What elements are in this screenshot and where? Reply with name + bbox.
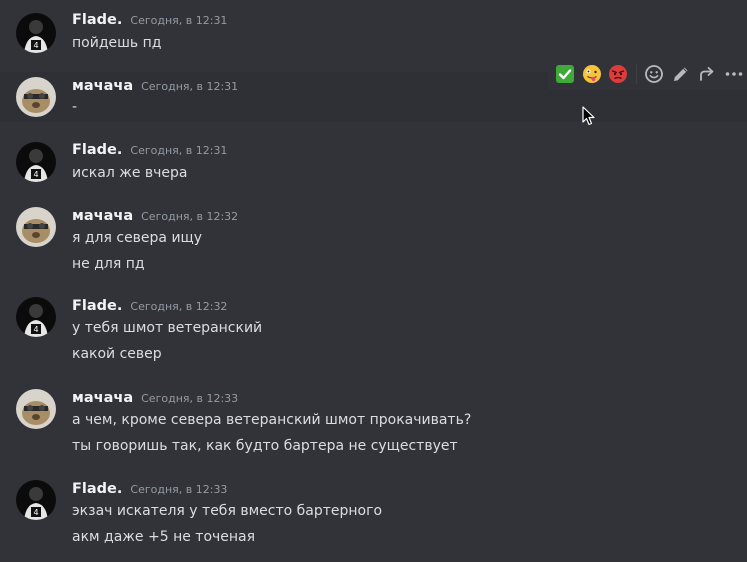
username[interactable]: Flade. <box>72 298 122 314</box>
avatar-flade[interactable]: 4 <box>16 480 56 520</box>
check-mark-icon <box>556 65 575 83</box>
forward-icon <box>700 67 714 81</box>
timestamp: Сегодня, в 12:33 <box>130 483 228 496</box>
message-text: акм даже +5 не точеная <box>72 529 256 545</box>
message-text: а чем, кроме севера ветеранский шмот про… <box>72 412 472 428</box>
check-mark-reaction-button[interactable] <box>552 60 579 88</box>
svg-text:4: 4 <box>33 41 38 50</box>
toolbar-separator <box>635 64 637 84</box>
more-button[interactable] <box>720 60 747 88</box>
message-text: - <box>72 99 78 115</box>
svg-text:4: 4 <box>33 508 38 517</box>
username[interactable]: Flade. <box>72 142 122 158</box>
message-group[interactable]: 4 Flade. Сегодня, в 12:31 пойдешь пд <box>0 0 747 64</box>
timestamp: Сегодня, в 12:32 <box>130 300 228 313</box>
message-text: не для пд <box>72 256 145 272</box>
add-reaction-button[interactable] <box>641 60 668 88</box>
angry-face-icon <box>609 65 628 83</box>
edit-button[interactable] <box>667 60 694 88</box>
message-group[interactable]: 4 Flade. Сегодня, в 12:31 искал же вчера <box>0 130 747 190</box>
message-text: я для севера ищу <box>72 230 203 246</box>
avatar-flade[interactable]: 4 <box>16 297 56 337</box>
avatar-machacha[interactable] <box>16 77 56 117</box>
timestamp: Сегодня, в 12:33 <box>141 392 239 405</box>
username[interactable]: мачача <box>72 390 133 406</box>
message-group[interactable]: мачача Сегодня, в 12:32 я для севера ищу… <box>0 195 747 280</box>
zany-face-icon <box>582 65 601 83</box>
avatar-flade[interactable]: 4 <box>16 142 56 182</box>
username[interactable]: мачача <box>72 208 133 224</box>
add-reaction-icon <box>645 65 663 83</box>
forward-button[interactable] <box>694 60 721 88</box>
message-group[interactable]: 4 Flade. Сегодня, в 12:33 экзач искателя… <box>0 467 747 562</box>
avatar-machacha[interactable] <box>16 207 56 247</box>
message-text: искал же вчера <box>72 165 188 181</box>
timestamp: Сегодня, в 12:31 <box>130 14 228 27</box>
avatar-machacha[interactable] <box>16 389 56 429</box>
message-text: у тебя шмот ветеранский <box>72 320 263 336</box>
message-text: какой север <box>72 346 162 362</box>
username[interactable]: мачача <box>72 78 133 94</box>
avatar-flade[interactable]: 4 <box>16 13 56 53</box>
timestamp: Сегодня, в 12:31 <box>141 80 239 93</box>
timestamp: Сегодня, в 12:32 <box>141 210 239 223</box>
message-text: ты говоришь так, как будто бартера не су… <box>72 438 458 454</box>
username[interactable]: Flade. <box>72 12 122 28</box>
mouse-cursor-icon <box>582 106 595 126</box>
angry-face-reaction-button[interactable] <box>605 60 632 88</box>
message-text: экзач искателя у тебя вместо бартерного <box>72 503 383 519</box>
message-group[interactable]: мачача Сегодня, в 12:33 а чем, кроме сев… <box>0 376 747 461</box>
svg-text:4: 4 <box>33 325 38 334</box>
svg-text:4: 4 <box>33 170 38 179</box>
zany-face-reaction-button[interactable] <box>579 60 606 88</box>
username[interactable]: Flade. <box>72 481 122 497</box>
message-actions-toolbar <box>548 58 747 90</box>
message-group[interactable]: 4 Flade. Сегодня, в 12:32 у тебя шмот ве… <box>0 285 747 370</box>
edit-icon <box>673 67 688 81</box>
more-icon <box>725 72 743 76</box>
message-text: пойдешь пд <box>72 35 162 51</box>
timestamp: Сегодня, в 12:31 <box>130 144 228 157</box>
